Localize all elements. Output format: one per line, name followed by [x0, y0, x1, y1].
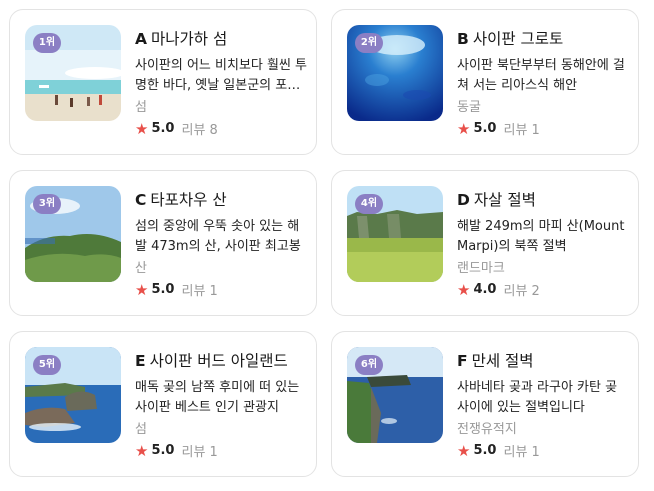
star-icon: ★ [457, 280, 471, 299]
rank-badge: 2위 [355, 33, 383, 53]
place-name: 자살 절벽 [473, 191, 536, 209]
place-card-banzai-cliff[interactable]: 6위 F 만세 절벽 사바네타 곶과 라구아 카탄 곶 사이에 있는 절벽입니다 … [331, 331, 639, 477]
star-icon: ★ [135, 441, 149, 460]
place-title[interactable]: E 사이판 버드 아일랜드 [135, 349, 310, 371]
cliff-meadow-photo: 4위 [347, 186, 443, 282]
place-category: 섬 [135, 422, 147, 437]
place-title[interactable]: B 사이판 그로토 [457, 27, 632, 49]
review-count: 리뷰 8 [181, 123, 218, 138]
place-card-bird-island[interactable]: 5위 E 사이판 버드 아일랜드 매독 곶의 남쪽 후미에 떠 있는 사이판 베스… [9, 331, 317, 477]
place-title[interactable]: F 만세 절벽 [457, 349, 632, 371]
star-icon: ★ [135, 119, 149, 138]
place-letter: F [457, 352, 468, 370]
place-description: 사바네타 곶과 라구아 카탄 곶 사이에 있는 절벽입니다 [457, 380, 618, 415]
rating-score: 5.0 [151, 121, 175, 136]
place-description: 매독 곶의 남쪽 후미에 떠 있는 사이판 베스트 인기 관광지 [135, 380, 300, 415]
place-card-grotto[interactable]: 2위 B 사이판 그로토 사이판 북단부부터 동해안에 걸쳐 서는 리아스식 해안… [331, 9, 639, 155]
place-title[interactable]: C 타포차우 산 [135, 188, 310, 210]
rating-score: 4.0 [473, 282, 497, 297]
place-name: 만세 절벽 [471, 352, 534, 370]
review-count: 리뷰 2 [503, 284, 540, 299]
place-rating: ★ 5.0 리뷰 1 [135, 441, 218, 461]
place-rating: ★ 5.0 리뷰 1 [457, 441, 540, 461]
rank-badge: 4위 [355, 194, 383, 214]
place-card-managa-island[interactable]: 1위 A 마나가하 섬 사이판의 어느 비치보다 훨씬 투명한 바다, 옛날 일본… [9, 9, 317, 155]
place-name: 마나가하 섬 [151, 30, 228, 48]
review-count: 리뷰 1 [181, 445, 218, 460]
place-description: 해발 249m의 마피 산(Mount Marpi)의 북쪽 절벽 [457, 219, 625, 254]
place-rating: ★ 5.0 리뷰 1 [457, 119, 540, 139]
place-category: 섬 [135, 100, 147, 115]
place-description: 사이판의 어느 비치보다 훨씬 투명한 바다, 옛날 일본군의 포대 유적지가 … [135, 58, 307, 93]
star-icon: ★ [457, 119, 471, 138]
place-category: 동굴 [457, 100, 481, 115]
place-description: 섬의 중앙에 우뚝 솟아 있는 해발 473m의 산, 사이판 최고봉 [135, 219, 301, 254]
rank-badge: 5위 [33, 355, 61, 375]
rating-score: 5.0 [151, 443, 175, 458]
mountain-view-photo: 3위 [25, 186, 121, 282]
place-name: 타포차우 산 [150, 191, 227, 209]
star-icon: ★ [457, 441, 471, 460]
rating-score: 5.0 [473, 443, 497, 458]
place-letter: A [135, 30, 147, 48]
banzai-cliff-photo: 6위 [347, 347, 443, 443]
beach-island-photo: 1위 [25, 25, 121, 121]
review-count: 리뷰 1 [503, 445, 540, 460]
bird-island-photo: 5위 [25, 347, 121, 443]
underwater-grotto-photo: 2위 [347, 25, 443, 121]
place-letter: B [457, 30, 469, 48]
place-category: 랜드마크 [457, 261, 505, 276]
star-icon: ★ [135, 280, 149, 299]
place-letter: E [135, 352, 146, 370]
place-letter: D [457, 191, 470, 209]
place-name: 사이판 버드 아일랜드 [149, 352, 288, 370]
place-rating: ★ 5.0 리뷰 8 [135, 119, 218, 139]
place-title[interactable]: D 자살 절벽 [457, 188, 632, 210]
review-count: 리뷰 1 [181, 284, 218, 299]
place-letter: C [135, 191, 147, 209]
rank-badge: 3위 [33, 194, 61, 214]
place-card-mt-tapochau[interactable]: 3위 C 타포차우 산 섬의 중앙에 우뚝 솟아 있는 해발 473m의 산, 사… [9, 170, 317, 316]
rating-score: 5.0 [473, 121, 497, 136]
place-name: 사이판 그로토 [472, 30, 564, 48]
place-rating: ★ 5.0 리뷰 1 [135, 280, 218, 300]
rating-score: 5.0 [151, 282, 175, 297]
review-count: 리뷰 1 [503, 123, 540, 138]
place-title[interactable]: A 마나가하 섬 [135, 27, 310, 49]
rank-badge: 1위 [33, 33, 61, 53]
place-rating: ★ 4.0 리뷰 2 [457, 280, 540, 300]
place-category: 산 [135, 261, 147, 276]
rank-badge: 6위 [355, 355, 383, 375]
place-card-suicide-cliff[interactable]: 4위 D 자살 절벽 해발 249m의 마피 산(Mount Marpi)의 북쪽… [331, 170, 639, 316]
place-category: 전쟁유적지 [457, 422, 517, 437]
place-description: 사이판 북단부부터 동해안에 걸쳐 서는 리아스식 해안 [457, 58, 625, 93]
